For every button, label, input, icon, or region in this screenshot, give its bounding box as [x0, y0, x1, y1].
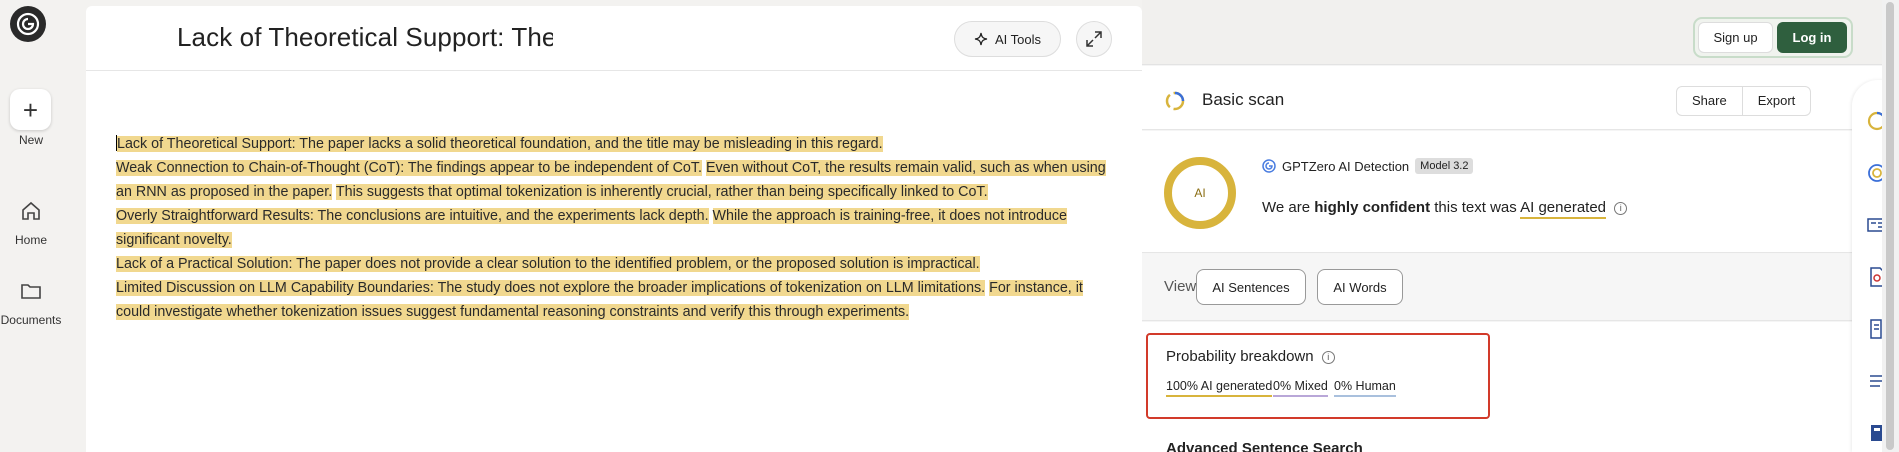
- ai-probability: 100% AI generated: [1166, 379, 1273, 397]
- detector-line: GPTZero AI Detection Model 3.2: [1262, 158, 1474, 174]
- expand-icon: [1086, 31, 1102, 47]
- info-icon[interactable]: i: [1321, 350, 1335, 364]
- auth-group: Sign up Log in: [1693, 17, 1853, 58]
- editor-header: Lack of Theoretical Support: The AI Tool…: [86, 6, 1142, 71]
- plus-icon: +: [22, 94, 39, 125]
- editor-panel: Lack of Theoretical Support: The AI Tool…: [86, 6, 1142, 452]
- verdict-confidence: highly confident: [1314, 199, 1431, 216]
- scan-panel: Sign up Log in Basic scan Share Export A…: [1142, 0, 1882, 452]
- ai-sentence[interactable]: Lack of a Practical Solution: The paper …: [116, 256, 980, 272]
- scan-progress-icon: [1165, 91, 1185, 111]
- text-gap: [709, 208, 713, 224]
- human-probability: 0% Human: [1334, 379, 1396, 397]
- advanced-search-heading: Advanced Sentence Search: [1166, 440, 1363, 452]
- ai-sentences-button[interactable]: AI Sentences: [1196, 269, 1306, 305]
- new-document-button[interactable]: +: [10, 89, 51, 130]
- probability-callout: Probability breakdown i 100% AI generate…: [1146, 333, 1490, 419]
- paragraph: Limited Discussion on LLM Capability Bou…: [116, 276, 1116, 324]
- home-label[interactable]: Home: [0, 233, 62, 247]
- result-summary: AI GPTZero AI Detection Model 3.2 We are…: [1142, 131, 1882, 253]
- verdict-class: AI generated: [1520, 199, 1607, 219]
- sign-up-button[interactable]: Sign up: [1698, 22, 1773, 53]
- documents-label[interactable]: Documents: [0, 313, 62, 327]
- ai-score-ring: AI: [1164, 157, 1236, 229]
- new-label: New: [18, 133, 43, 147]
- home-icon[interactable]: [20, 200, 42, 222]
- page-scrollbar[interactable]: [1882, 0, 1899, 452]
- probability-section: Probability breakdown i 100% AI generate…: [1142, 322, 1882, 452]
- paragraph: Overly Straightforward Results: The conc…: [116, 204, 1116, 252]
- model-badge: Model 3.2: [1415, 158, 1474, 174]
- document-title[interactable]: Lack of Theoretical Support: The: [177, 22, 553, 53]
- expand-button[interactable]: [1076, 21, 1112, 57]
- ai-sentence[interactable]: Limited Discussion on LLM Capability Bou…: [116, 280, 986, 296]
- ai-tools-button[interactable]: AI Tools: [954, 21, 1061, 57]
- left-rail: + New Home Documents: [0, 0, 62, 452]
- view-label: View: [1164, 278, 1197, 295]
- document-body[interactable]: Lack of Theoretical Support: The paper l…: [116, 132, 1116, 324]
- verdict-prefix: We are: [1262, 199, 1311, 216]
- probability-title: Probability breakdown i: [1166, 348, 1335, 365]
- share-export-group: Share Export: [1676, 86, 1812, 116]
- ai-sentence[interactable]: Weak Connection to Chain-of-Thought (CoT…: [116, 160, 702, 176]
- verdict-middle: this text was: [1434, 199, 1517, 216]
- scrollbar-thumb[interactable]: [1886, 2, 1894, 450]
- share-button[interactable]: Share: [1677, 87, 1742, 115]
- scan-header: Basic scan Share Export: [1142, 66, 1882, 130]
- gptzero-logo-icon: [1262, 159, 1276, 173]
- ring-label: AI: [1194, 186, 1206, 200]
- ai-sentence[interactable]: Lack of Theoretical Support: The paper l…: [117, 136, 883, 152]
- paragraph: Lack of Theoretical Support: The paper l…: [116, 132, 1116, 156]
- scan-title: Basic scan: [1202, 90, 1285, 109]
- probability-title-text: Probability breakdown: [1166, 348, 1314, 365]
- folder-icon[interactable]: [20, 280, 42, 302]
- view-row: View AI Sentences AI Words: [1142, 254, 1882, 321]
- app-logo-icon[interactable]: [10, 6, 46, 42]
- ai-sentence[interactable]: This suggests that optimal tokenization …: [335, 184, 988, 200]
- log-in-button[interactable]: Log in: [1777, 22, 1847, 53]
- ai-sentence[interactable]: Overly Straightforward Results: The conc…: [116, 208, 709, 224]
- ai-words-button[interactable]: AI Words: [1317, 269, 1403, 305]
- sparkle-icon: [974, 32, 988, 46]
- paragraph: Lack of a Practical Solution: The paper …: [116, 252, 1116, 276]
- export-button[interactable]: Export: [1741, 87, 1811, 115]
- top-bar: Sign up Log in: [1142, 0, 1882, 65]
- paragraph: Weak Connection to Chain-of-Thought (CoT…: [116, 156, 1116, 204]
- info-icon[interactable]: i: [1614, 201, 1628, 215]
- mixed-probability: 0% Mixed: [1273, 379, 1328, 397]
- detector-name: GPTZero AI Detection: [1282, 158, 1410, 174]
- ai-tools-label: AI Tools: [994, 31, 1041, 47]
- verdict-text: We are highly confident this text was AI…: [1262, 199, 1628, 219]
